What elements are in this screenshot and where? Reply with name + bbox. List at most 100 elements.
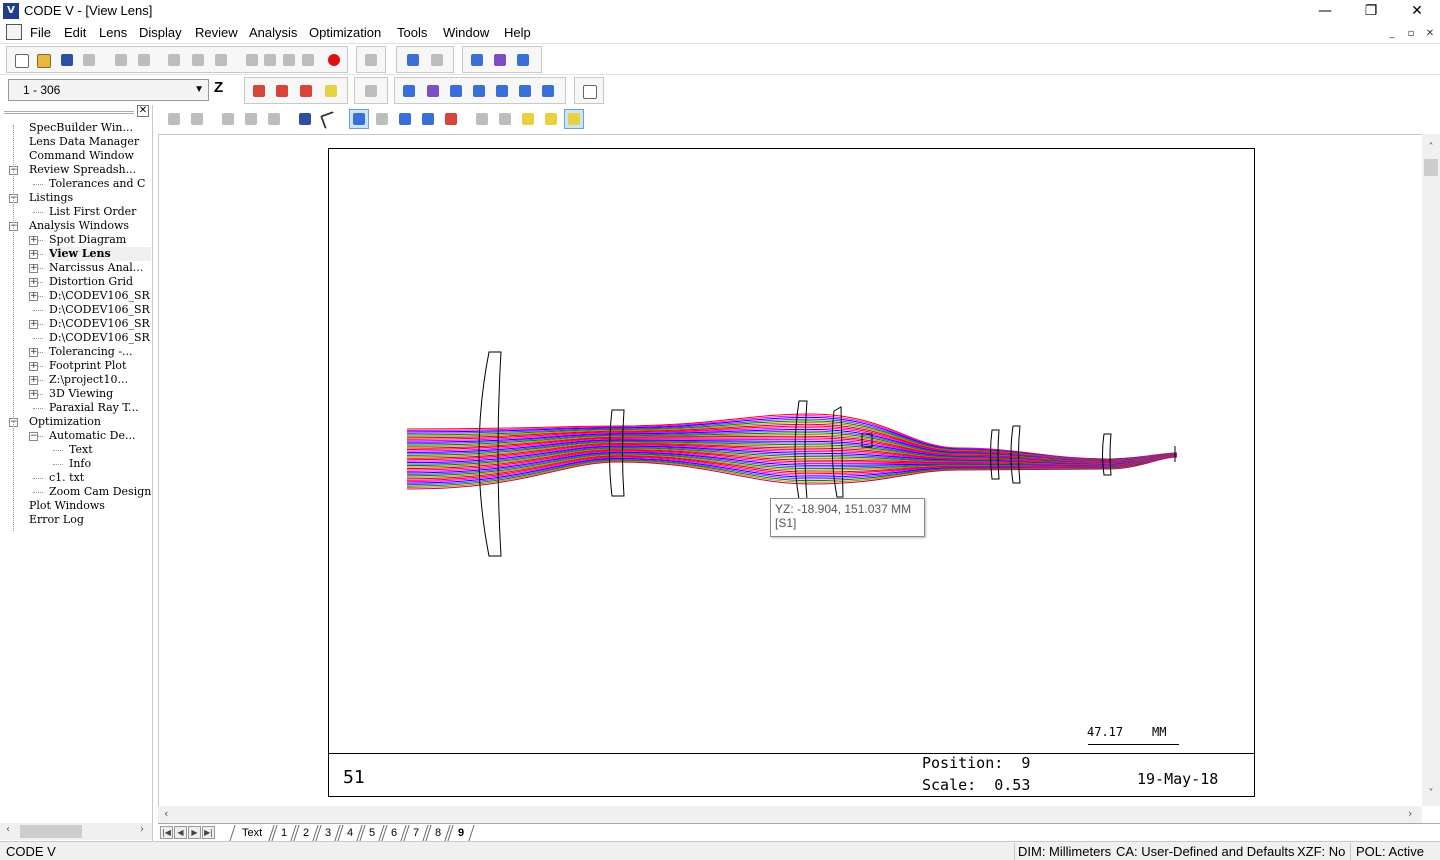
expand-icon[interactable]: + bbox=[29, 362, 38, 371]
refresh-icon[interactable] bbox=[164, 109, 184, 129]
save-as-icon[interactable] bbox=[79, 50, 99, 70]
plot-horizontal-scrollbar[interactable]: ‹ › bbox=[158, 806, 1422, 823]
decimal-format-icon[interactable] bbox=[361, 50, 381, 70]
tree-horizontal-scrollbar[interactable]: ‹ › bbox=[0, 823, 152, 840]
tree-item[interactable]: Plot Windows bbox=[29, 499, 151, 513]
tab-7[interactable]: 7 bbox=[403, 825, 429, 841]
tolerance-icon[interactable] bbox=[538, 81, 558, 101]
expand-icon[interactable]: + bbox=[29, 390, 38, 399]
tab-1[interactable]: 1 bbox=[271, 825, 297, 841]
tree-item[interactable]: Paraxial Ray T... bbox=[49, 401, 151, 415]
menu-file[interactable]: File bbox=[30, 25, 51, 40]
yz-fan-icon[interactable] bbox=[296, 81, 316, 101]
field-curve-icon[interactable] bbox=[423, 81, 443, 101]
print-icon[interactable] bbox=[111, 50, 131, 70]
plot-vertical-scrollbar[interactable]: ˄ ˅ bbox=[1422, 134, 1440, 806]
tree-item[interactable]: Narcissus Anal... bbox=[49, 261, 151, 275]
tree-item[interactable]: Lens Data Manager bbox=[29, 135, 151, 149]
menu-help[interactable]: Help bbox=[504, 25, 531, 40]
paste-icon[interactable] bbox=[211, 50, 231, 70]
scroll-left-icon[interactable]: ‹ bbox=[6, 824, 10, 835]
tree-item[interactable]: D:\CODEV106_SR1\r bbox=[49, 289, 151, 303]
tree-item[interactable]: Listings bbox=[29, 191, 151, 205]
yz-plot-icon[interactable] bbox=[249, 81, 269, 101]
pin-icon[interactable] bbox=[441, 109, 461, 129]
tree-item[interactable]: Automatic De... bbox=[49, 429, 151, 443]
scroll-right-icon[interactable]: › bbox=[1408, 807, 1412, 820]
menu-analysis[interactable]: Analysis bbox=[249, 25, 297, 40]
ruler-icon[interactable] bbox=[541, 109, 561, 129]
tree-item[interactable]: View Lens bbox=[49, 247, 151, 261]
cut-graphic-icon[interactable] bbox=[218, 109, 238, 129]
tree-close-icon[interactable]: ✕ bbox=[137, 105, 149, 117]
expand-icon[interactable]: + bbox=[29, 278, 38, 287]
line-tool-icon[interactable] bbox=[472, 109, 492, 129]
copy-graphic-icon[interactable] bbox=[241, 109, 261, 129]
expand-icon[interactable]: + bbox=[29, 376, 38, 385]
tree-item[interactable]: D:\CODEV106_SR1\r bbox=[49, 331, 151, 345]
expand-icon[interactable]: + bbox=[29, 292, 38, 301]
expand-icon[interactable]: + bbox=[29, 250, 38, 259]
ray-aberration-icon[interactable] bbox=[399, 81, 419, 101]
tree-item[interactable]: Analysis Windows bbox=[29, 219, 151, 233]
zoom-position-select[interactable]: 1 - 306 ▼ bbox=[8, 79, 209, 101]
panel-grip[interactable] bbox=[4, 111, 134, 114]
footprint-icon[interactable] bbox=[515, 81, 535, 101]
scroll-left-icon[interactable]: ‹ bbox=[164, 807, 168, 820]
whats-this-icon[interactable] bbox=[513, 50, 533, 70]
coordinate-readout-icon[interactable] bbox=[564, 109, 584, 129]
menu-tools[interactable]: Tools bbox=[397, 25, 427, 40]
tree-item[interactable]: SpecBuilder Win... bbox=[29, 121, 151, 135]
undo-icon[interactable] bbox=[242, 50, 262, 70]
tree-item[interactable]: Z:\project10... bbox=[49, 373, 151, 387]
step-down-icon[interactable] bbox=[298, 50, 318, 70]
tree-item[interactable]: D:\CODEV106_SR1\r bbox=[49, 317, 151, 331]
tab-6[interactable]: 6 bbox=[381, 825, 407, 841]
collapse-icon[interactable]: − bbox=[29, 432, 38, 441]
step-icon[interactable] bbox=[260, 50, 280, 70]
scroll-right-icon[interactable]: › bbox=[140, 824, 144, 835]
tree-item[interactable]: Text bbox=[69, 443, 151, 457]
copy-icon[interactable] bbox=[188, 50, 208, 70]
tree-item[interactable]: Spot Diagram bbox=[49, 233, 151, 247]
tree-scroll-thumb[interactable] bbox=[20, 825, 82, 838]
book-icon[interactable] bbox=[490, 50, 510, 70]
stop-icon[interactable] bbox=[324, 50, 344, 70]
menu-window[interactable]: Window bbox=[443, 25, 489, 40]
zoom-z-label[interactable]: Z bbox=[214, 79, 223, 96]
mtf-icon[interactable] bbox=[446, 81, 466, 101]
vertical-scroll-thumb[interactable] bbox=[1424, 159, 1438, 176]
scroll-down-icon[interactable]: ˅ bbox=[1422, 788, 1440, 799]
text-tool-icon[interactable] bbox=[495, 109, 515, 129]
tree-item[interactable]: List First Order bbox=[49, 205, 151, 219]
print-preview-icon[interactable] bbox=[134, 50, 154, 70]
tree-item[interactable]: Footprint Plot bbox=[49, 359, 151, 373]
expand-icon[interactable]: + bbox=[29, 264, 38, 273]
paste-graphic-icon[interactable] bbox=[264, 109, 284, 129]
menu-review[interactable]: Review bbox=[195, 25, 238, 40]
zoom-fit-icon[interactable] bbox=[372, 109, 392, 129]
new-file-icon[interactable] bbox=[11, 50, 31, 70]
scroll-up-icon[interactable]: ˄ bbox=[1422, 142, 1440, 153]
save-graphic-icon[interactable] bbox=[295, 109, 315, 129]
tab-3[interactable]: 3 bbox=[315, 825, 341, 841]
export-icon[interactable] bbox=[187, 109, 207, 129]
menu-optimization[interactable]: Optimization bbox=[309, 25, 381, 40]
close-button[interactable]: ✕ bbox=[1394, 0, 1440, 22]
tree-item[interactable]: Zoom Cam Design bbox=[49, 485, 151, 499]
tab-5[interactable]: 5 bbox=[359, 825, 385, 841]
tab-4[interactable]: 4 bbox=[337, 825, 363, 841]
tree-item[interactable]: 3D Viewing bbox=[49, 387, 151, 401]
expand-icon[interactable]: + bbox=[29, 320, 38, 329]
zoom-in-icon[interactable] bbox=[395, 109, 415, 129]
help-icon[interactable] bbox=[467, 50, 487, 70]
codev-app-icon[interactable]: V bbox=[3, 3, 19, 19]
minimize-button[interactable]: — bbox=[1302, 0, 1348, 22]
tree-item[interactable]: Command Window bbox=[29, 149, 151, 163]
tab-first-icon[interactable]: |◀ bbox=[160, 826, 173, 839]
spreadsheet-icon[interactable] bbox=[427, 50, 447, 70]
shaded-plot-icon[interactable] bbox=[321, 81, 341, 101]
zoom-out-icon[interactable] bbox=[418, 109, 438, 129]
tree-item[interactable]: D:\CODEV106_SR1\r bbox=[49, 303, 151, 317]
open-file-icon[interactable] bbox=[33, 50, 53, 70]
